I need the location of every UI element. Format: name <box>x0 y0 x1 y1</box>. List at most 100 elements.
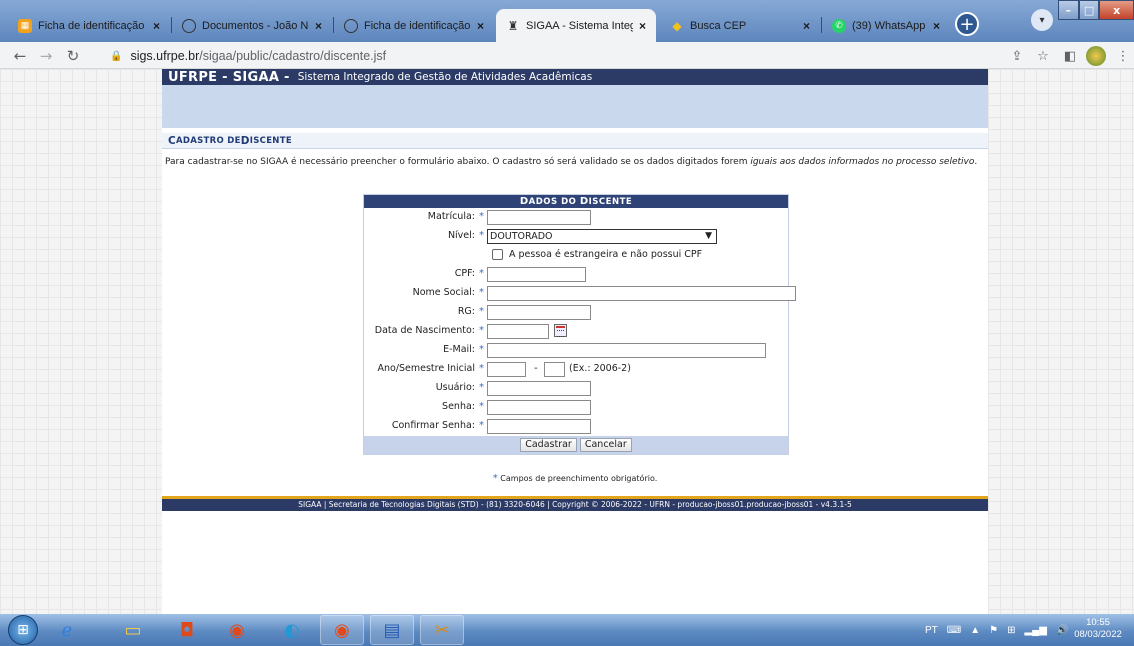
back-arrow-icon[interactable]: ← <box>10 46 30 66</box>
windows-start-icon[interactable]: ⊞ <box>8 615 38 645</box>
lock-icon[interactable]: 🔒 <box>110 51 122 62</box>
sigaa-header: UFRPE - SIGAA - Sistema Integrado de Ges… <box>162 69 988 85</box>
clock-date: 08/03/2022 <box>1074 629 1122 640</box>
chevron-down-icon: ▼ <box>705 231 712 241</box>
cancelar-button[interactable]: Cancelar <box>579 438 632 452</box>
network-icon[interactable]: ⊞ <box>1007 625 1015 636</box>
form-heading: DADOS DO DISCENTE <box>364 195 788 208</box>
form-row-nome-social: Nome Social: * <box>364 284 796 303</box>
usuario-label: Usuário: <box>435 382 475 393</box>
close-window-button[interactable]: x <box>1099 0 1134 20</box>
new-tab-button[interactable]: + <box>955 12 979 36</box>
reload-icon[interactable]: ↻ <box>63 46 83 66</box>
taskbar-clock[interactable]: 10:55 08/03/2022 <box>1068 617 1128 641</box>
form-row-senha: Senha: * <box>364 398 788 417</box>
internet-explorer-icon[interactable]: ℯ <box>45 615 89 645</box>
system-tray: PT ⌨ ▲ ⚑ ⊞ ▂▄▆ 🔊 <box>925 622 1068 638</box>
keyboard-icon[interactable]: ⌨ <box>947 625 961 636</box>
rg-input[interactable] <box>487 305 591 320</box>
semestre-input[interactable] <box>544 362 565 377</box>
tab-title: Documentos - João Ne <box>202 19 309 32</box>
tab-whatsapp[interactable]: ✆ (39) WhatsApp × <box>822 9 950 42</box>
calendar-icon[interactable] <box>554 324 567 337</box>
flag-icon[interactable]: ⚑ <box>989 625 998 636</box>
nome-social-input[interactable] <box>487 286 796 301</box>
tab-ficha-identificacao-2[interactable]: Ficha de identificação d × <box>334 9 494 42</box>
ano-semestre-example: (Ex.: 2006-2) <box>569 363 631 374</box>
cpf-input[interactable] <box>487 267 586 282</box>
volume-icon[interactable]: 🔊 <box>1056 625 1068 636</box>
tab-title: SIGAA - Sistema Integra <box>526 19 633 32</box>
form-row-confirmar-senha: Confirmar Senha: * <box>364 417 788 436</box>
required-star-icon: * <box>479 420 484 431</box>
signal-icon[interactable]: ▂▄▆ <box>1024 625 1046 636</box>
profile-avatar[interactable] <box>1086 46 1106 66</box>
data-nascimento-label: Data de Nascimento: <box>374 325 475 336</box>
tab-title: Ficha de identificação d <box>364 19 471 32</box>
nivel-selected-value: DOUTORADO <box>490 231 553 242</box>
required-fields-legend: * Campos de preenchimento obrigatório. <box>162 473 988 484</box>
cadastrar-button[interactable]: Cadastrar <box>520 438 577 452</box>
close-icon[interactable]: × <box>315 19 322 33</box>
windows-taskbar: ⊞ ℯ ▭ ◘ ◉ ◐ ◉ ▤ ✂ PT ⌨ ▲ ⚑ ⊞ ▂▄▆ 🔊 10:55… <box>0 614 1134 646</box>
media-player-icon[interactable]: ◘ <box>165 615 209 645</box>
show-hidden-icons-icon[interactable]: ▲ <box>970 625 980 636</box>
confirmar-senha-label: Confirmar Senha: <box>391 420 475 431</box>
address-bar[interactable]: 🔒 sigs.ufrpe.br/sigaa/public/cadastro/di… <box>110 46 990 66</box>
tab-sigaa[interactable]: ♜ SIGAA - Sistema Integra × <box>496 9 656 42</box>
snipping-tool-icon[interactable]: ✂ <box>420 615 464 645</box>
close-icon[interactable]: × <box>803 19 810 33</box>
sigaa-brand[interactable]: UFRPE - SIGAA - <box>168 70 290 85</box>
close-icon[interactable]: × <box>153 19 160 33</box>
chrome-taskbar-button[interactable]: ◉ <box>320 615 364 645</box>
file-explorer-icon[interactable]: ▭ <box>111 615 155 645</box>
url-host: sigs.ufrpe.br <box>130 49 200 63</box>
nome-social-label: Nome Social: <box>412 287 475 298</box>
form-row-cpf: CPF: * <box>364 265 788 284</box>
form-row-rg: RG: * <box>364 303 788 322</box>
senha-input[interactable] <box>487 400 591 415</box>
menu-kebab-icon[interactable]: ⋮ <box>1114 47 1132 65</box>
estrangeira-label[interactable]: A pessoa é estrangeira e não possui CPF <box>509 249 702 260</box>
required-star-icon: * <box>479 344 484 355</box>
form-row-email: E-Mail: * <box>364 341 788 360</box>
header-banner <box>162 85 988 128</box>
tab-ficha-identificacao-1[interactable]: ▦ Ficha de identificação d × <box>8 9 170 42</box>
minimize-button[interactable]: – <box>1058 0 1079 20</box>
required-star-icon: * <box>479 230 484 241</box>
cpf-label: CPF: <box>454 268 475 279</box>
word-icon[interactable]: ▤ <box>370 615 414 645</box>
confirmar-senha-input[interactable] <box>487 419 591 434</box>
uf-icon: ▦ <box>18 18 32 33</box>
tab-busca-cep[interactable]: ◆ Busca CEP × <box>660 9 820 42</box>
nivel-select[interactable]: DOUTORADO ▼ <box>487 229 717 244</box>
chrome-icon[interactable]: ◉ <box>215 615 259 645</box>
edge-icon[interactable]: ◐ <box>270 615 314 645</box>
nivel-label: Nível: <box>447 230 475 241</box>
required-star-icon: * <box>479 325 484 336</box>
rg-label: RG: <box>457 306 475 317</box>
maximize-button[interactable]: □ <box>1078 0 1100 20</box>
usuario-input[interactable] <box>487 381 591 396</box>
dados-discente-form: DADOS DO DISCENTE Matrícula: * Nível: * … <box>363 194 796 455</box>
legend-text: Campos de preenchimento obrigatório. <box>500 474 658 483</box>
required-star-icon: * <box>479 382 484 393</box>
globe-icon <box>182 18 196 33</box>
side-panel-icon[interactable]: ◧ <box>1061 47 1079 65</box>
tab-documentos[interactable]: Documentos - João Ne × <box>172 9 332 42</box>
bookmark-star-icon[interactable]: ☆ <box>1034 47 1052 65</box>
clock-time: 10:55 <box>1086 617 1110 628</box>
estrangeira-checkbox[interactable] <box>492 249 503 260</box>
forward-arrow-icon[interactable]: → <box>36 46 56 66</box>
data-nascimento-input[interactable] <box>487 324 549 339</box>
close-icon[interactable]: × <box>639 19 646 33</box>
tab-search-chevron-icon[interactable]: ▾ <box>1031 9 1053 31</box>
browser-toolbar: ← → ↻ 🔒 sigs.ufrpe.br/sigaa/public/cadas… <box>0 42 1134 69</box>
language-indicator[interactable]: PT <box>925 625 938 636</box>
ano-input[interactable] <box>487 362 526 377</box>
share-icon[interactable]: ⇪ <box>1008 47 1026 65</box>
matricula-input[interactable] <box>487 210 591 225</box>
close-icon[interactable]: × <box>933 19 940 33</box>
email-input[interactable] <box>487 343 766 358</box>
close-icon[interactable]: × <box>477 19 484 33</box>
